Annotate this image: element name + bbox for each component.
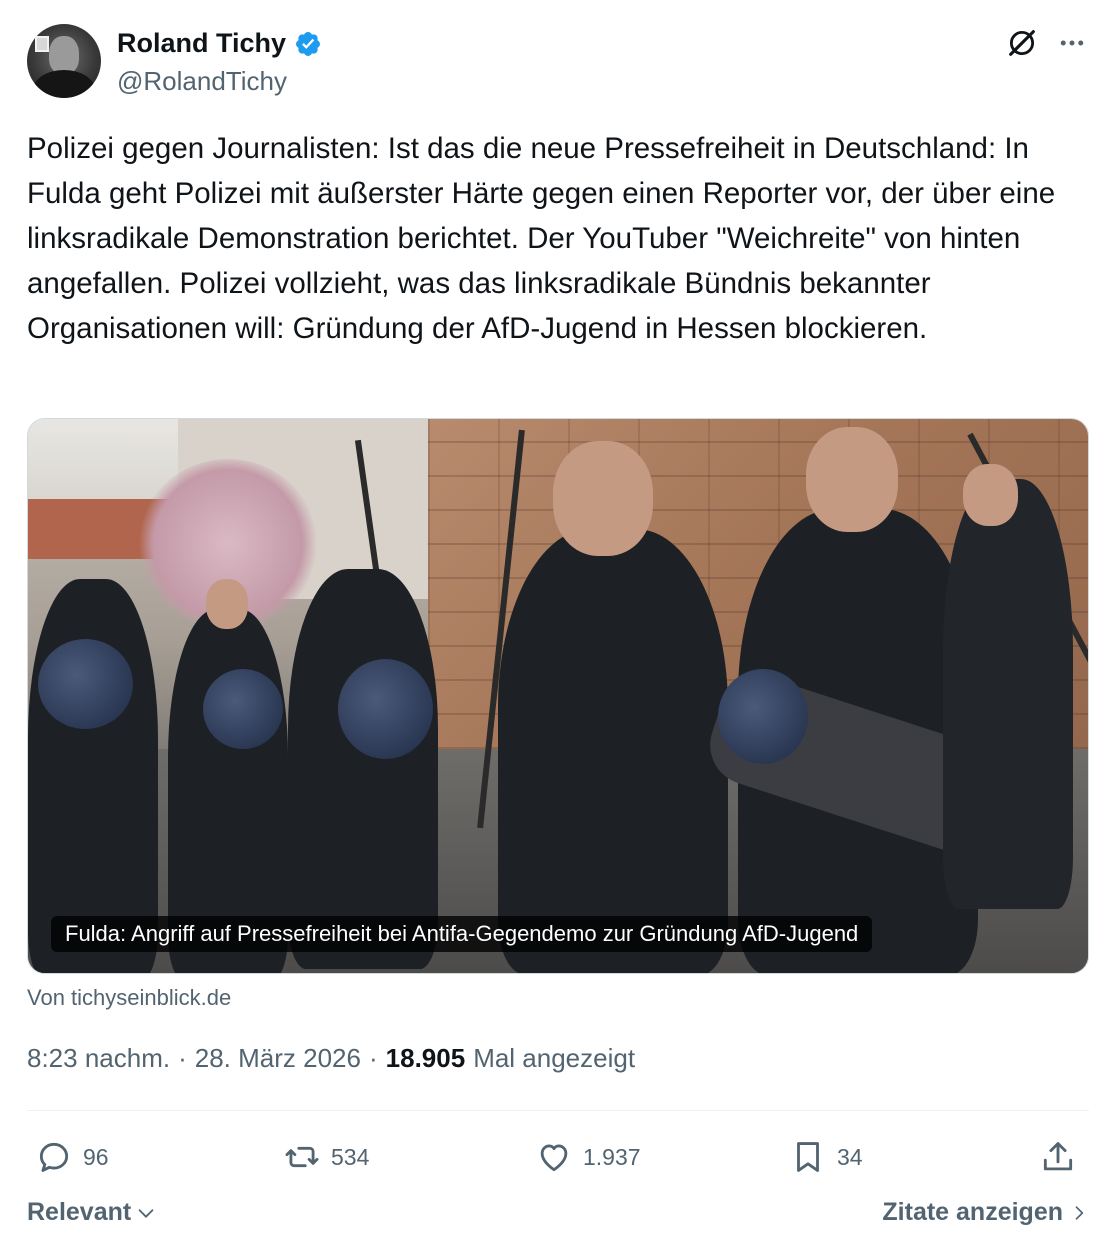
share-icon: [1043, 1142, 1073, 1171]
share-button[interactable]: [1039, 1134, 1077, 1180]
scene-head: [553, 441, 653, 556]
bookmark-count: 34: [837, 1143, 863, 1170]
tweet-text: Polizei gegen Journalisten: Ist das die …: [27, 132, 1064, 345]
action-bar: 96 534 1.937 34: [27, 1134, 1089, 1180]
avatar[interactable]: [27, 24, 101, 98]
tweet-time[interactable]: 8:23 nachm.: [27, 1043, 170, 1074]
chevron-right-icon: [1075, 1205, 1084, 1220]
author-name[interactable]: Roland Tichy: [117, 28, 286, 59]
quotes-label: Zitate anzeigen: [882, 1198, 1063, 1226]
video-card[interactable]: Fulda: Angriff auf Pressefreiheit bei An…: [27, 418, 1089, 974]
sort-label: Relevant: [27, 1198, 132, 1226]
more-icon[interactable]: [1057, 28, 1087, 58]
tweet-date[interactable]: 28. März 2026: [195, 1043, 361, 1074]
video-thumbnail: [28, 419, 1088, 973]
avatar-frame-detail: [35, 36, 49, 52]
bookmark-icon: [797, 1142, 819, 1172]
repost-icon: [285, 1146, 319, 1168]
scene-helmet: [338, 659, 433, 759]
author-name-row: Roland Tichy: [117, 28, 322, 59]
like-count: 1.937: [583, 1143, 641, 1170]
scene-helmet: [718, 669, 808, 764]
chevron-down-icon: [138, 1208, 154, 1218]
reply-count: 96: [83, 1143, 109, 1170]
scene-helmet: [38, 639, 133, 729]
author-handle[interactable]: @RolandTichy: [117, 66, 287, 97]
verified-badge-icon: [296, 31, 320, 56]
sort-dropdown[interactable]: Relevant: [27, 1198, 157, 1227]
reply-button[interactable]: 96: [35, 1134, 109, 1180]
tweet-header: Roland Tichy @RolandTichy: [27, 24, 1089, 102]
reply-icon: [39, 1142, 69, 1172]
tweet-meta: 8:23 nachm. · 28. März 2026 · 18.905 Mal…: [27, 1043, 635, 1074]
media-source[interactable]: Von tichyseinblick.de: [27, 985, 231, 1011]
views-label: Mal angezeigt: [473, 1043, 636, 1073]
show-quotes-link[interactable]: Zitate anzeigen: [882, 1198, 1089, 1227]
video-caption: Fulda: Angriff auf Pressefreiheit bei An…: [51, 916, 873, 952]
bookmark-button[interactable]: 34: [789, 1134, 863, 1180]
divider: [27, 1110, 1089, 1111]
scene-bystander: [943, 479, 1073, 909]
repost-count: 534: [331, 1143, 370, 1170]
scene-head: [963, 464, 1018, 526]
views-count: 18.905: [385, 1043, 466, 1073]
replies-footer: Relevant Zitate anzeigen: [27, 1198, 1089, 1234]
meta-separator: ·: [368, 1043, 378, 1073]
scene-helmet: [203, 669, 283, 749]
scene-officer-left: [28, 579, 158, 973]
like-button[interactable]: 1.937: [535, 1134, 641, 1180]
avatar-face: [49, 36, 79, 74]
avatar-shoulders: [33, 70, 95, 98]
scene-head: [206, 579, 248, 629]
meta-separator: ·: [178, 1043, 187, 1073]
scene-officer-center: [498, 529, 728, 973]
scene-head: [806, 427, 898, 532]
grok-icon[interactable]: [1005, 26, 1039, 60]
repost-button[interactable]: 534: [283, 1134, 369, 1180]
like-icon: [540, 1144, 568, 1172]
scene-officer-3: [288, 569, 438, 969]
